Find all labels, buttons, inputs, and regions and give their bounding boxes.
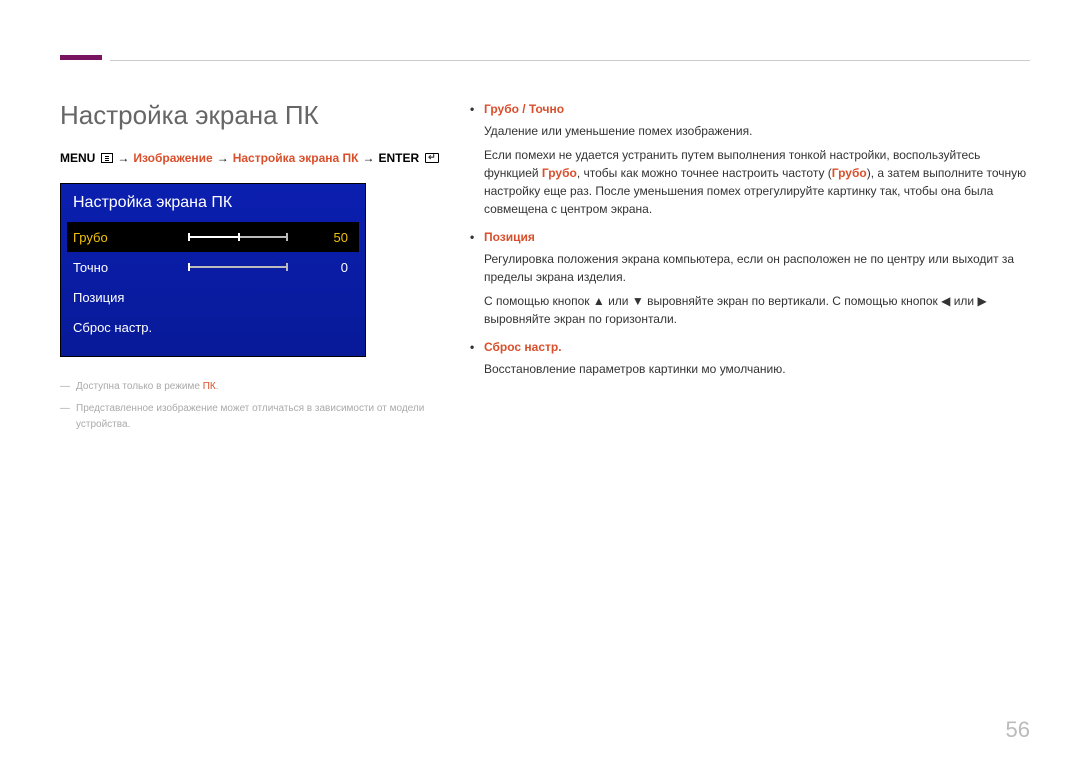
osd-title: Настройка экрана ПК bbox=[61, 184, 365, 222]
page-title: Настройка экрана ПК bbox=[60, 100, 440, 131]
accent-bar bbox=[60, 55, 102, 60]
osd-item-value: 0 bbox=[308, 260, 348, 275]
footnotes: ― Доступна только в режиме ПК. ― Предста… bbox=[60, 379, 440, 433]
up-arrow-icon: ▲ bbox=[593, 292, 605, 310]
arrow-icon: → bbox=[117, 151, 129, 165]
enter-icon bbox=[425, 153, 439, 163]
osd-item-label: Грубо bbox=[73, 230, 188, 245]
osd-item-label: Точно bbox=[73, 260, 188, 275]
footnote-text: Доступна только в режиме bbox=[76, 381, 203, 392]
footnote: ― Доступна только в режиме ПК. bbox=[60, 379, 440, 395]
menu-step-pcscreen: Настройка экрана ПК bbox=[233, 151, 359, 165]
left-column: Настройка экрана ПК MENU → Изображение →… bbox=[60, 100, 440, 439]
content: Настройка экрана ПК MENU → Изображение →… bbox=[60, 100, 1030, 439]
arrow-icon: → bbox=[217, 151, 229, 165]
desc-item-position: Позиция Регулировка положения экрана ком… bbox=[470, 228, 1030, 328]
desc-text: С помощью кнопок ▲ или ▼ выровняйте экра… bbox=[484, 292, 1030, 328]
osd-slider bbox=[188, 263, 308, 271]
dash-icon: ― bbox=[60, 379, 70, 395]
desc-text: Восстановление параметров картинки мо ум… bbox=[484, 360, 1030, 378]
osd-items: Грубо 50 Точно 0 Позиция bbox=[61, 222, 365, 356]
manual-page: Настройка экрана ПК MENU → Изображение →… bbox=[0, 0, 1080, 763]
footnote: ― Представленное изображение может отлич… bbox=[60, 401, 440, 433]
footnote-text: Представленное изображение может отличат… bbox=[76, 401, 440, 433]
desc-head: Грубо / Точно bbox=[484, 100, 1030, 118]
top-divider bbox=[110, 60, 1030, 61]
osd-item-label: Позиция bbox=[73, 290, 188, 305]
footnote-pk: ПК bbox=[203, 381, 216, 392]
desc-text: Регулировка положения экрана компьютера,… bbox=[484, 250, 1030, 286]
footnote-text: . bbox=[216, 381, 219, 392]
arrow-icon: → bbox=[363, 151, 375, 165]
desc-text: Если помехи не удается устранить путем в… bbox=[484, 146, 1030, 218]
down-arrow-icon: ▼ bbox=[632, 292, 644, 310]
osd-item-label: Сброс настр. bbox=[73, 320, 188, 335]
menu-step-image: Изображение bbox=[133, 151, 212, 165]
page-number: 56 bbox=[1006, 717, 1030, 743]
osd-item-value: 50 bbox=[308, 230, 348, 245]
desc-text: Удаление или уменьшение помех изображени… bbox=[484, 122, 1030, 140]
desc-head: Сброс настр. bbox=[484, 338, 1030, 356]
menu-label: MENU bbox=[60, 151, 95, 165]
desc-item-coarse-fine: Грубо / Точно Удаление или уменьшение по… bbox=[470, 100, 1030, 218]
desc-item-reset: Сброс настр. Восстановление параметров к… bbox=[470, 338, 1030, 378]
menu-icon bbox=[101, 153, 113, 163]
dash-icon: ― bbox=[60, 401, 70, 433]
osd-item-position[interactable]: Позиция bbox=[67, 282, 359, 312]
osd-panel: Настройка экрана ПК Грубо 50 Точно bbox=[60, 183, 366, 357]
osd-slider bbox=[188, 233, 308, 241]
right-arrow-icon: ▶ bbox=[977, 292, 986, 310]
desc-head: Позиция bbox=[484, 228, 1030, 246]
right-column: Грубо / Точно Удаление или уменьшение по… bbox=[470, 100, 1030, 439]
osd-item-coarse[interactable]: Грубо 50 bbox=[67, 222, 359, 252]
left-arrow-icon: ◀ bbox=[941, 292, 950, 310]
osd-item-reset[interactable]: Сброс настр. bbox=[67, 312, 359, 342]
menu-path: MENU → Изображение → Настройка экрана ПК… bbox=[60, 151, 440, 165]
enter-label: ENTER bbox=[379, 151, 420, 165]
osd-item-fine[interactable]: Точно 0 bbox=[67, 252, 359, 282]
